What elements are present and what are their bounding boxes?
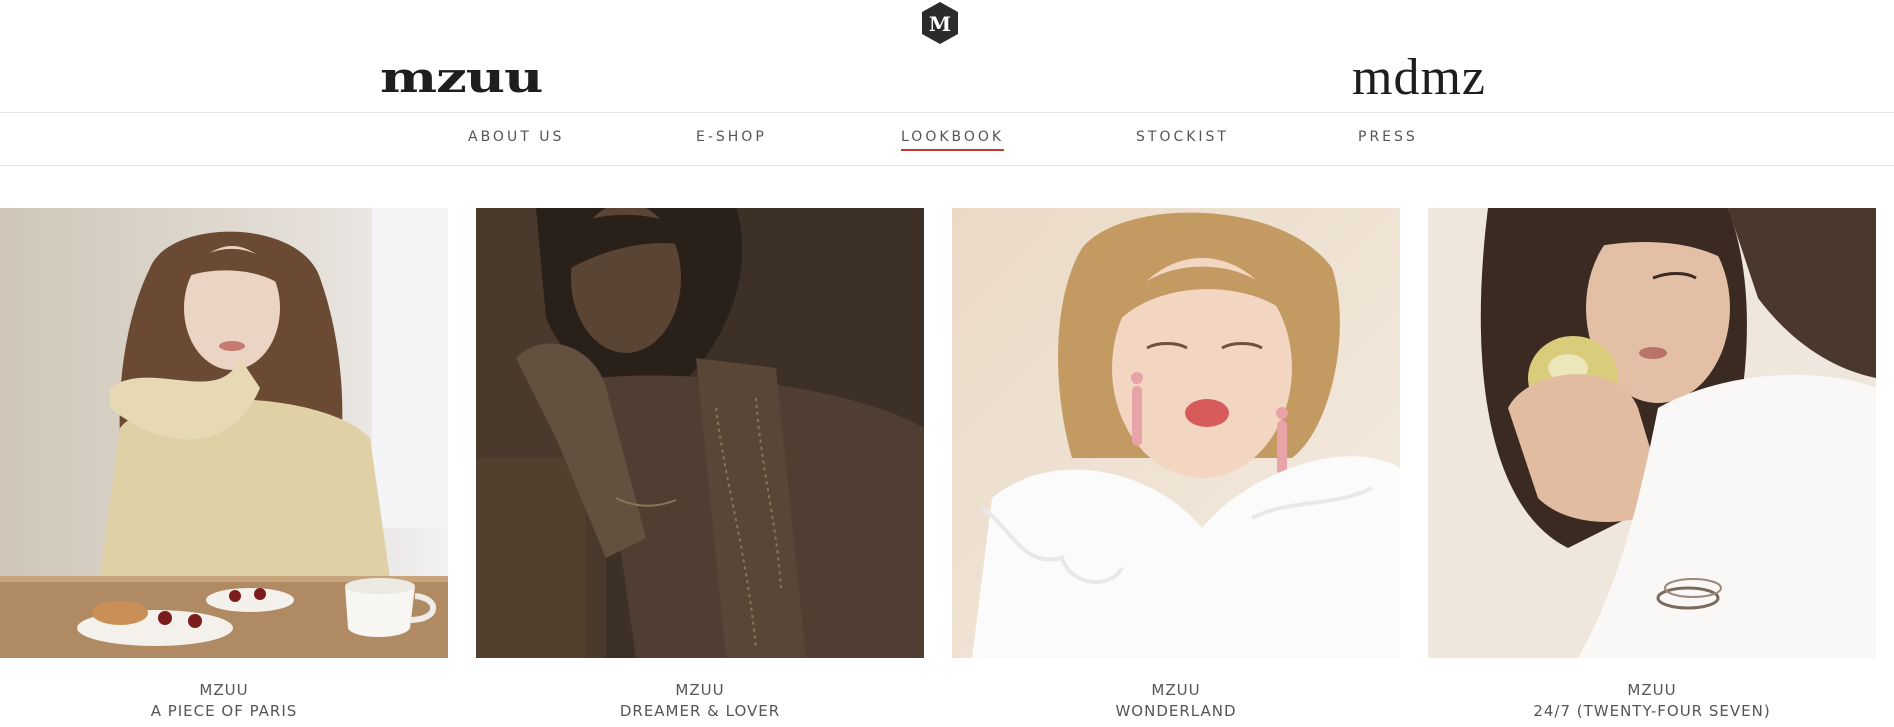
lookbook-brand: MZUU	[1151, 681, 1201, 699]
lookbook-caption[interactable]: MZUU A PIECE OF PARIS	[0, 680, 448, 722]
main-nav: ABOUT US E-SHOP LOOKBOOK STOCKIST PRESS	[0, 112, 1894, 166]
brand-logo-mdmz[interactable]: mdmz	[1352, 52, 1486, 104]
lookbook-caption[interactable]: MZUU DREAMER & LOVER	[476, 680, 924, 722]
lookbook-title: WONDERLAND	[1115, 702, 1237, 720]
lookbook-card[interactable]: MZUU 24/7 (TWENTY-FOUR SEVEN)	[1428, 208, 1876, 722]
lookbook-title: DREAMER & LOVER	[619, 702, 781, 720]
lookbook-brand: MZUU	[675, 681, 725, 699]
nav-item-stockist[interactable]: STOCKIST	[1136, 129, 1229, 149]
lookbook-card[interactable]: MZUU WONDERLAND	[952, 208, 1400, 722]
nav-item-e-shop[interactable]: E-SHOP	[696, 129, 767, 149]
nav-item-lookbook[interactable]: LOOKBOOK	[901, 129, 1005, 151]
lookbook-brand: MZUU	[1627, 681, 1677, 699]
nav-item-about-us[interactable]: ABOUT US	[468, 129, 564, 149]
brand-logo-mzuu[interactable]: mzuu	[380, 56, 543, 98]
site-header: M mzuu mdmz	[0, 0, 1894, 112]
lookbook-photo[interactable]	[952, 208, 1400, 658]
lookbook-title: 24/7 (TWENTY-FOUR SEVEN)	[1533, 702, 1771, 720]
lookbook-brand: MZUU	[199, 681, 249, 699]
lookbook-caption[interactable]: MZUU 24/7 (TWENTY-FOUR SEVEN)	[1428, 680, 1876, 722]
m-hexagon-logo-icon[interactable]: M	[918, 0, 962, 46]
lookbook-photo[interactable]	[476, 208, 924, 658]
lookbook-gallery: MZUU A PIECE OF PARIS MZUU DREAMER & LOV…	[0, 208, 1894, 727]
lookbook-photo[interactable]	[1428, 208, 1876, 658]
lookbook-photo[interactable]	[0, 208, 448, 658]
lookbook-caption[interactable]: MZUU WONDERLAND	[952, 680, 1400, 722]
svg-text:M: M	[929, 12, 951, 36]
lookbook-card[interactable]: MZUU A PIECE OF PARIS	[0, 208, 448, 722]
lookbook-title: A PIECE OF PARIS	[150, 702, 298, 720]
lookbook-card[interactable]: MZUU DREAMER & LOVER	[476, 208, 924, 722]
nav-item-press[interactable]: PRESS	[1358, 129, 1418, 149]
